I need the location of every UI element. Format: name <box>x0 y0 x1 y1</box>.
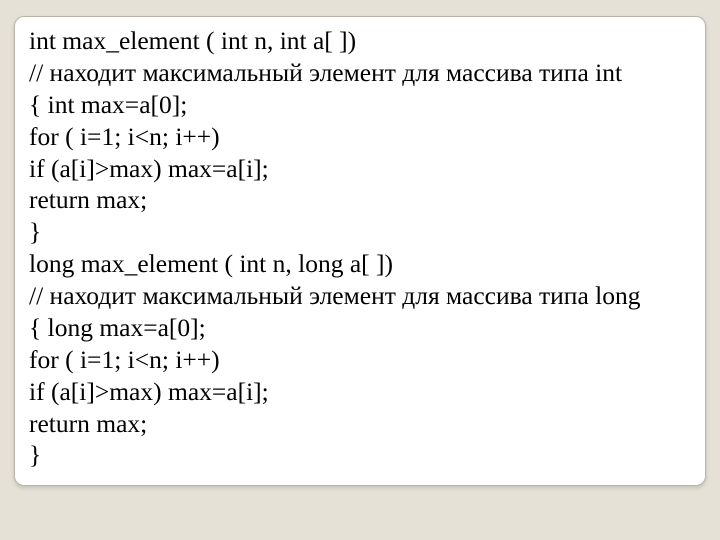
code-box: int max_element ( int n, int a[ ]) // на… <box>14 16 706 486</box>
code-line: } <box>29 439 691 471</box>
code-line: if (a[i]>max) max=a[i]; <box>29 376 691 408</box>
slide-container: int max_element ( int n, int a[ ]) // на… <box>0 0 720 540</box>
code-line: for ( i=1; i<n; i++) <box>29 344 691 376</box>
code-line: { int max=a[0]; <box>29 89 691 121</box>
code-line: if (a[i]>max) max=a[i]; <box>29 153 691 185</box>
code-line: for ( i=1; i<n; i++) <box>29 121 691 153</box>
code-line: long max_element ( int n, long a[ ]) <box>29 248 691 280</box>
code-line: return max; <box>29 184 691 216</box>
code-line: int max_element ( int n, int a[ ]) <box>29 25 691 57</box>
code-line: // находит максимальный элемент для масс… <box>29 57 691 89</box>
code-line: } <box>29 216 691 248</box>
code-line: { long max=a[0]; <box>29 312 691 344</box>
code-line: return max; <box>29 408 691 440</box>
code-line: // находит максимальный элемент для масс… <box>29 280 691 312</box>
